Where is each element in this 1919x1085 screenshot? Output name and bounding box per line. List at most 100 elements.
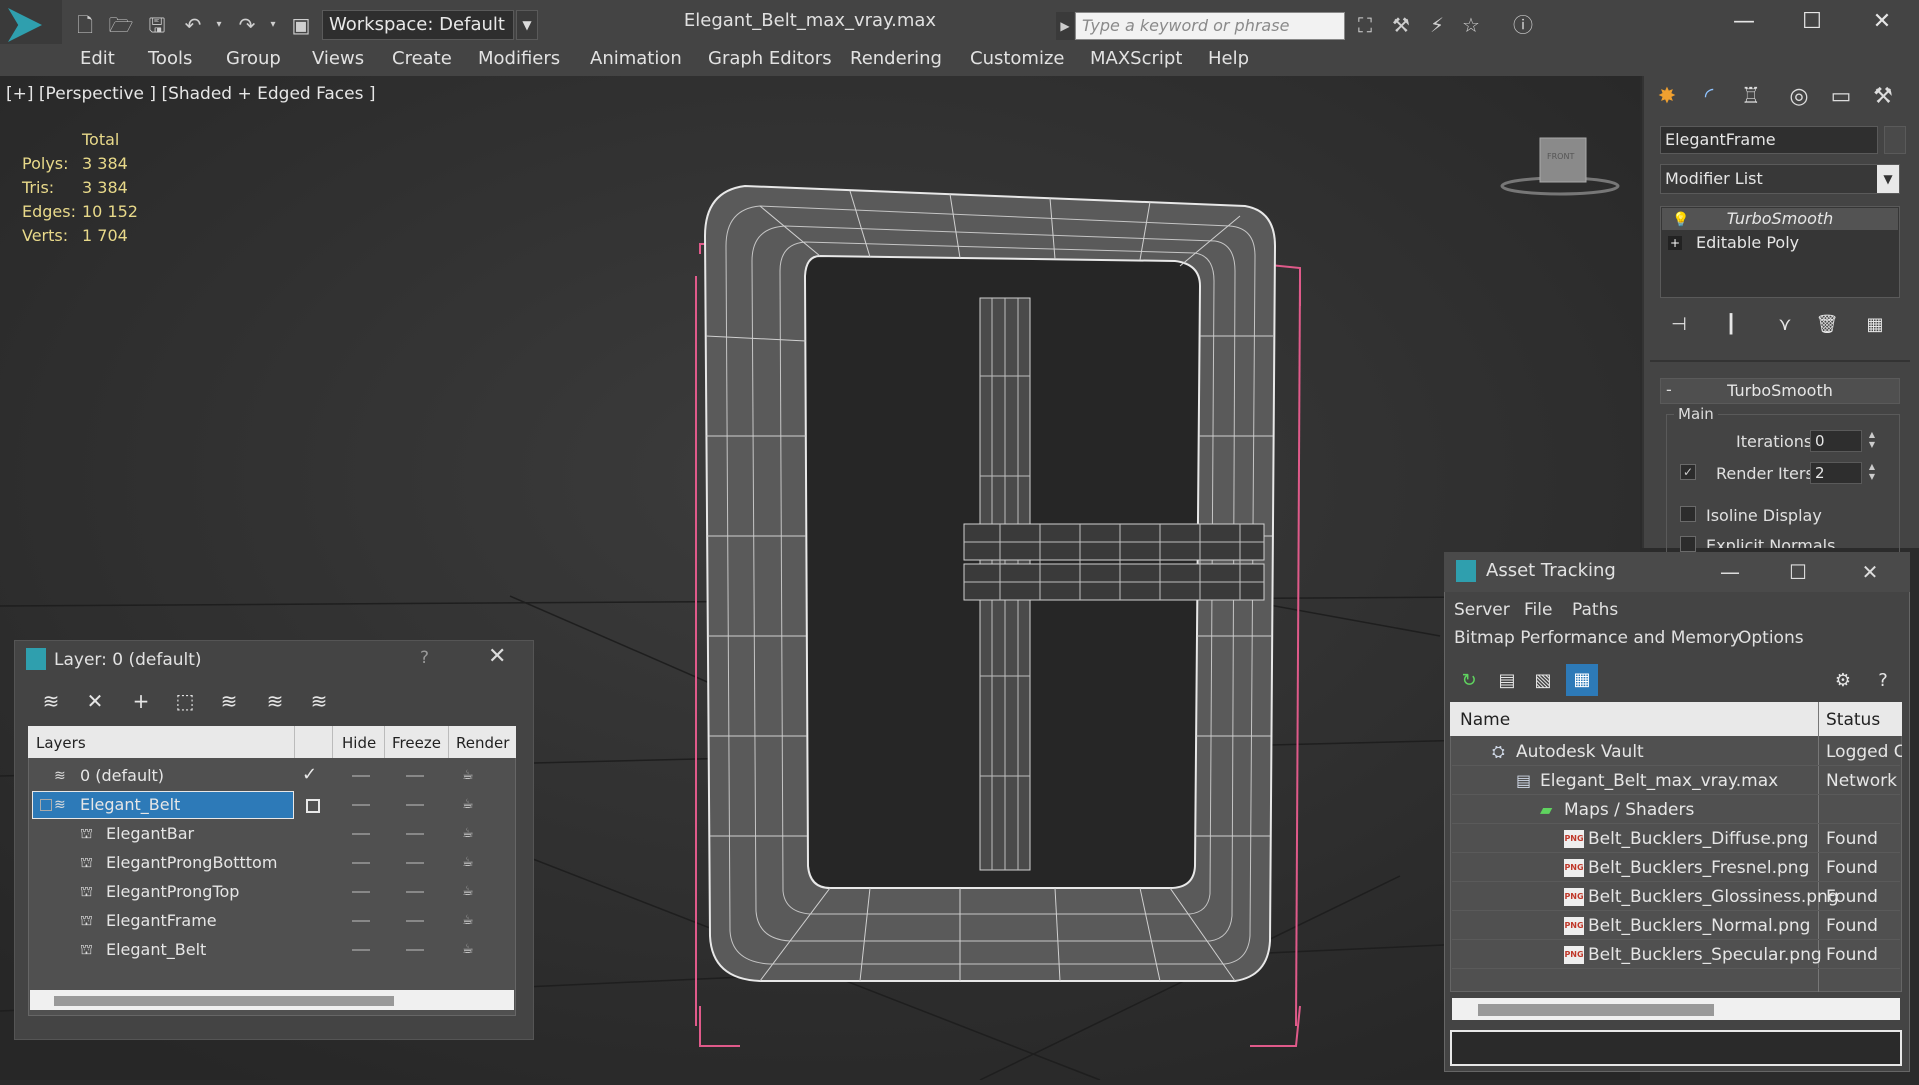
layer-row[interactable]: ≋ 0 (default) ✓ ☕ [30,762,514,790]
menu-edit[interactable]: Edit [80,48,115,69]
freeze-toggle[interactable] [406,862,424,864]
workspace-menu-icon[interactable]: ▼ [516,10,538,40]
favorites-star-icon[interactable]: ☆ [1456,10,1486,40]
render-iters-checkbox[interactable]: ✓ [1680,464,1696,480]
asset-name[interactable]: Elegant_Belt_max_vray.max [1540,767,1778,795]
asset-maximize-button[interactable]: ☐ [1778,556,1818,588]
asset-row[interactable]: PNG Belt_Bucklers_Specular.png Found [1452,941,1900,969]
modifier-list-dropdown[interactable]: Modifier List ▼ [1660,164,1900,194]
menu-maxscript[interactable]: MAXScript [1090,48,1182,69]
layer-name[interactable]: ElegantProngTop [106,878,239,906]
layer-name[interactable]: ElegantFrame [106,907,217,935]
stack-item-editable-poly[interactable]: Editable Poly [1662,232,1898,254]
minimize-button[interactable]: — [1716,4,1772,40]
asset-name[interactable]: Belt_Bucklers_Fresnel.png [1588,854,1809,882]
render-iters-spinner-icon[interactable]: ▲ ▼ [1866,462,1878,484]
display-tab-icon[interactable]: ▭ [1822,80,1860,114]
column-name[interactable]: Name [1460,710,1510,730]
render-teapot-icon[interactable]: ☕ [462,943,480,956]
asset-help-icon[interactable]: ? [1868,666,1898,696]
asset-row[interactable]: PNG Belt_Bucklers_Diffuse.png Found [1452,825,1900,853]
menu-options[interactable]: Options [1738,628,1804,648]
asset-row[interactable]: PNG Belt_Bucklers_Fresnel.png Found [1452,854,1900,882]
highlight-layer-icon[interactable]: ≋ [214,686,244,716]
active-layer-box-icon[interactable] [306,799,320,813]
subscription-icon[interactable]: ⚡ [1422,10,1452,40]
new-layer-icon[interactable]: ≋ [36,686,66,716]
layer-name[interactable]: 0 (default) [80,762,164,790]
make-unique-icon[interactable]: ⋎ [1770,312,1800,338]
hide-toggle[interactable] [352,804,370,806]
iterations-spinner-icon[interactable]: ▲ ▼ [1866,430,1878,452]
expand-plus-icon[interactable]: + [1668,236,1682,250]
hide-all-layers-icon[interactable]: ≋ [260,686,290,716]
table-view-icon[interactable]: ▦ [1566,664,1598,696]
add-to-layer-icon[interactable]: + [126,686,156,716]
layer-row[interactable]: ⛫ ElegantFrame ☕ [30,907,514,935]
viewport-label[interactable]: [+] [Perspective ] [Shaded + Edged Faces… [6,84,375,104]
menu-server[interactable]: Server [1454,600,1510,620]
freeze-all-layers-icon[interactable]: ≋ [304,686,334,716]
rollout-collapse-icon[interactable]: - [1666,380,1672,399]
iterations-input[interactable]: 0 [1810,430,1862,452]
layer-row[interactable]: ⛫ ElegantBar ☕ [30,820,514,848]
freeze-toggle[interactable] [406,833,424,835]
turbosmooth-rollout-header[interactable]: TurboSmooth [1660,378,1900,404]
hide-toggle[interactable] [352,949,370,951]
lightbulb-icon[interactable]: 💡 [1672,212,1689,228]
remove-modifier-icon[interactable]: 🗑 [1812,312,1842,338]
freeze-toggle[interactable] [406,804,424,806]
menu-customize[interactable]: Customize [970,48,1064,69]
layer-row[interactable]: ≋ Elegant_Belt ☕ [30,791,514,819]
tree-view-icon[interactable]: ▧ [1528,666,1558,696]
collapse-toggle-icon[interactable] [40,799,52,811]
viewcube-face-label[interactable]: FRONT [1547,152,1574,161]
asset-name[interactable]: Autodesk Vault [1516,738,1644,766]
modify-tab-icon[interactable]: ◜ [1690,80,1728,114]
utilities-tab-icon[interactable]: ⚒ [1864,80,1902,114]
render-teapot-icon[interactable]: ☕ [462,856,480,869]
workspace-dropdown[interactable]: Workspace: Default [322,10,514,40]
pin-stack-icon[interactable]: ⊣ [1664,312,1694,338]
column-freeze[interactable]: Freeze [392,734,441,752]
layer-name[interactable]: ElegantBar [106,820,194,848]
list-view-icon[interactable]: ▤ [1492,666,1522,696]
hide-toggle[interactable] [352,862,370,864]
asset-name[interactable]: Belt_Bucklers_Normal.png [1588,912,1810,940]
freeze-toggle[interactable] [406,891,424,893]
render-teapot-icon[interactable]: ☕ [462,885,480,898]
project-folder-icon[interactable]: ▣ [286,10,316,40]
layer-name[interactable]: ElegantProngBotttom [106,849,277,877]
menu-modifiers[interactable]: Modifiers [478,48,560,69]
render-iters-input[interactable]: 2 [1810,462,1862,484]
menu-help[interactable]: Help [1208,48,1249,69]
menu-create[interactable]: Create [392,48,452,69]
active-layer-check-icon[interactable]: ✓ [302,764,317,785]
layer-name[interactable]: Elegant_Belt [106,936,206,964]
menu-views[interactable]: Views [312,48,364,69]
asset-row[interactable]: PNG Belt_Bucklers_Glossiness.png Found [1452,883,1900,911]
render-teapot-icon[interactable]: ☕ [462,798,480,811]
menu-graph-editors[interactable]: Graph Editors [708,48,832,69]
asset-name[interactable]: Belt_Bucklers_Glossiness.png [1588,883,1839,911]
object-color-swatch[interactable] [1884,126,1906,154]
isoline-display-checkbox[interactable] [1680,506,1696,522]
asset-scrollbar-thumb[interactable] [1478,1004,1714,1016]
asset-row[interactable]: PNG Belt_Bucklers_Normal.png Found [1452,912,1900,940]
show-end-result-icon[interactable]: ┃ [1716,312,1746,338]
freeze-toggle[interactable] [406,775,424,777]
layer-row[interactable]: ⛫ Elegant_Belt ☕ [30,936,514,964]
search-input[interactable]: Type a keyword or phrase [1075,12,1345,40]
layer-scrollbar-thumb[interactable] [54,996,394,1006]
freeze-toggle[interactable] [406,920,424,922]
menu-paths[interactable]: Paths [1572,600,1618,620]
asset-path-field[interactable] [1450,1030,1902,1066]
asset-row[interactable]: ⛭ Autodesk Vault Logged C [1452,738,1902,766]
chevron-down-icon[interactable]: ▼ [1877,165,1899,193]
menu-tools[interactable]: Tools [148,48,192,69]
column-render[interactable]: Render [456,734,509,752]
layer-name[interactable]: Elegant_Belt [80,791,180,819]
new-file-icon[interactable]: 🗋 [70,10,100,40]
column-layers[interactable]: Layers [36,734,86,752]
explicit-normals-checkbox[interactable] [1680,536,1696,552]
